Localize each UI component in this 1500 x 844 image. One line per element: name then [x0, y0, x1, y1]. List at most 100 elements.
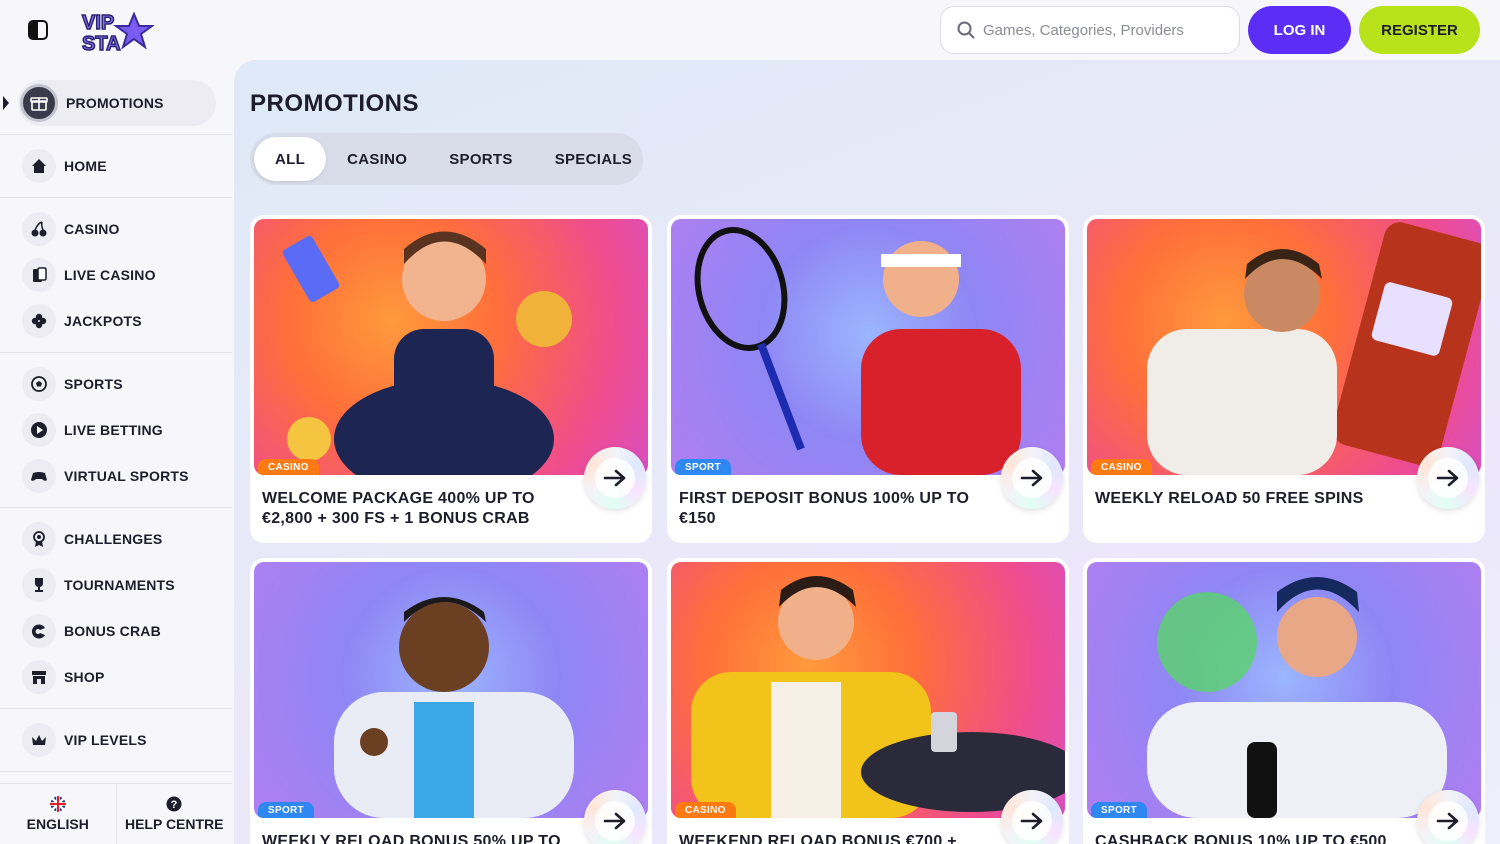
sidebar-item-label: JACKPOTS: [64, 313, 142, 329]
tab-casino[interactable]: CASINO: [326, 137, 428, 181]
open-promo-button[interactable]: [1001, 447, 1063, 509]
promo-card[interactable]: SPORT WEEKLY RELOAD BONUS 50% UP TO: [250, 558, 652, 844]
arrow-right-icon: [1436, 812, 1459, 830]
sidebar-item-label: CHALLENGES: [64, 531, 163, 547]
tab-specials[interactable]: SPECIALS: [534, 137, 653, 181]
sidebar-item-label: SPORTS: [64, 376, 123, 392]
open-promo-button[interactable]: [584, 447, 646, 509]
category-badge: SPORT: [258, 802, 314, 818]
promo-image: SPORT: [671, 219, 1065, 475]
promo-image: SPORT: [254, 562, 648, 818]
promo-image: CASINO: [254, 219, 648, 475]
open-promo-button[interactable]: [1417, 790, 1479, 844]
sidebar-item-label: VIRTUAL SPORTS: [64, 468, 189, 484]
search-icon: [957, 21, 975, 39]
vipstars-logo[interactable]: VIP STA: [78, 8, 154, 54]
category-badge: CASINO: [1091, 459, 1152, 475]
promo-illustration: [282, 231, 572, 475]
sidebar-item-label: BONUS CRAB: [64, 623, 161, 639]
trophy-icon: [22, 568, 56, 602]
category-badge: SPORT: [1091, 802, 1147, 818]
main-content: PROMOTIONS ALL CASINO SPORTS SPECIALS CA…: [234, 60, 1500, 844]
promo-title: WEEKLY RELOAD 50 FREE SPINS: [1095, 490, 1364, 507]
promo-title: WEEKEND RELOAD BONUS €700 +: [679, 833, 957, 844]
sidebar-item-label: SHOP: [64, 669, 105, 685]
sidebar-item-label: TOURNAMENTS: [64, 577, 175, 593]
promo-image: CASINO: [1087, 219, 1481, 475]
sidebar-item-sports[interactable]: SPORTS: [22, 366, 123, 402]
promo-image: CASINO: [671, 562, 1065, 818]
sidebar-item-live-casino[interactable]: LIVE CASINO: [22, 257, 156, 293]
promo-image: SPORT: [1087, 562, 1481, 818]
promo-illustration: [691, 576, 1065, 818]
sidebar-divider: [0, 771, 232, 772]
login-button[interactable]: LOG IN: [1248, 6, 1351, 54]
sidebar-item-jackpots[interactable]: JACKPOTS: [22, 303, 142, 339]
arrow-right-icon: [1020, 812, 1043, 830]
promo-card[interactable]: CASINO WELCOME PACKAGE 400% UP TO €2,800…: [250, 215, 652, 543]
sidebar-item-label: VIP LEVELS: [64, 732, 147, 748]
promo-card[interactable]: SPORT FIRST DEPOSIT BONUS 100% UP TO €15…: [667, 215, 1069, 543]
open-promo-button[interactable]: [1001, 790, 1063, 844]
soccer-ball-icon: [22, 367, 56, 401]
promo-tabs: ALL CASINO SPORTS SPECIALS: [250, 133, 643, 185]
promo-illustration: [694, 227, 1021, 475]
register-button[interactable]: REGISTER: [1359, 6, 1480, 54]
sidebar-item-casino[interactable]: CASINO: [22, 211, 120, 247]
promo-title: WEEKLY RELOAD BONUS 50% UP TO: [262, 833, 561, 844]
search-box[interactable]: [940, 6, 1240, 54]
sidebar-item-shop[interactable]: SHOP: [22, 659, 104, 695]
sidebar-item-vip-levels[interactable]: VIP LEVELS: [22, 722, 147, 758]
sidebar-item-virtual-sports[interactable]: VIRTUAL SPORTS: [22, 458, 189, 494]
promo-illustration: [334, 597, 574, 818]
promo-card[interactable]: SPORT CASHBACK BONUS 10% UP TO €500: [1083, 558, 1485, 844]
sidebar-divider: [0, 134, 232, 135]
help-label: HELP CENTRE: [124, 816, 224, 832]
tab-sports[interactable]: SPORTS: [428, 137, 533, 181]
promo-card[interactable]: CASINO WEEKLY RELOAD 50 FREE SPINS: [1083, 215, 1485, 543]
search-input[interactable]: [983, 21, 1203, 39]
crown-icon: [22, 723, 56, 757]
sidebar-item-home[interactable]: HOME: [22, 148, 107, 184]
sidebar-item-challenges[interactable]: CHALLENGES: [22, 521, 162, 557]
promo-card[interactable]: CASINO WEEKEND RELOAD BONUS €700 +: [667, 558, 1069, 844]
page-title: PROMOTIONS: [250, 90, 420, 117]
sidebar-item-tournaments[interactable]: TOURNAMENTS: [22, 567, 175, 603]
tab-all[interactable]: ALL: [254, 137, 327, 181]
top-header: VIP STA LOG IN REGISTER: [0, 0, 1500, 60]
sidebar-divider: [0, 708, 232, 709]
arrow-right-icon: [603, 812, 626, 830]
crab-icon: [22, 614, 56, 648]
help-centre-link[interactable]: ? HELP CENTRE: [115, 784, 233, 844]
sidebar: PROMOTIONS HOME CASINO LIVE CASINO JACKP…: [0, 70, 232, 844]
gamepad-icon: [22, 459, 56, 493]
cherries-icon: [22, 212, 56, 246]
sidebar-item-live-betting[interactable]: LIVE BETTING: [22, 412, 163, 448]
home-icon: [22, 149, 56, 183]
open-promo-button[interactable]: [1417, 447, 1479, 509]
help-icon: ?: [166, 796, 182, 812]
sidebar-divider: [0, 352, 232, 353]
sidebar-item-label: LIVE BETTING: [64, 422, 163, 438]
sidebar-footer: ENGLISH ? HELP CENTRE: [0, 783, 232, 844]
sidebar-item-promotions[interactable]: PROMOTIONS: [18, 80, 216, 126]
clover-icon: [22, 304, 56, 338]
sidebar-item-label: HOME: [64, 158, 107, 174]
cards-icon: [22, 258, 56, 292]
promo-title: WELCOME PACKAGE 400% UP TO €2,800 + 300 …: [262, 490, 535, 527]
arrow-right-icon: [1020, 469, 1043, 487]
category-badge: CASINO: [258, 459, 319, 475]
language-selector[interactable]: ENGLISH: [0, 784, 116, 844]
sidebar-item-bonus-crab[interactable]: BONUS CRAB: [22, 613, 161, 649]
uk-flag-icon: [49, 796, 66, 812]
category-badge: SPORT: [675, 459, 731, 475]
sidebar-divider: [0, 197, 232, 198]
promo-title: FIRST DEPOSIT BONUS 100% UP TO €150: [679, 490, 970, 527]
arrow-right-icon: [1436, 469, 1459, 487]
open-promo-button[interactable]: [584, 790, 646, 844]
category-badge: CASINO: [675, 802, 736, 818]
theme-toggle-icon[interactable]: [28, 20, 48, 40]
svg-text:?: ?: [171, 799, 178, 811]
sidebar-divider: [0, 507, 232, 508]
promo-title: CASHBACK BONUS 10% UP TO €500: [1095, 833, 1387, 844]
